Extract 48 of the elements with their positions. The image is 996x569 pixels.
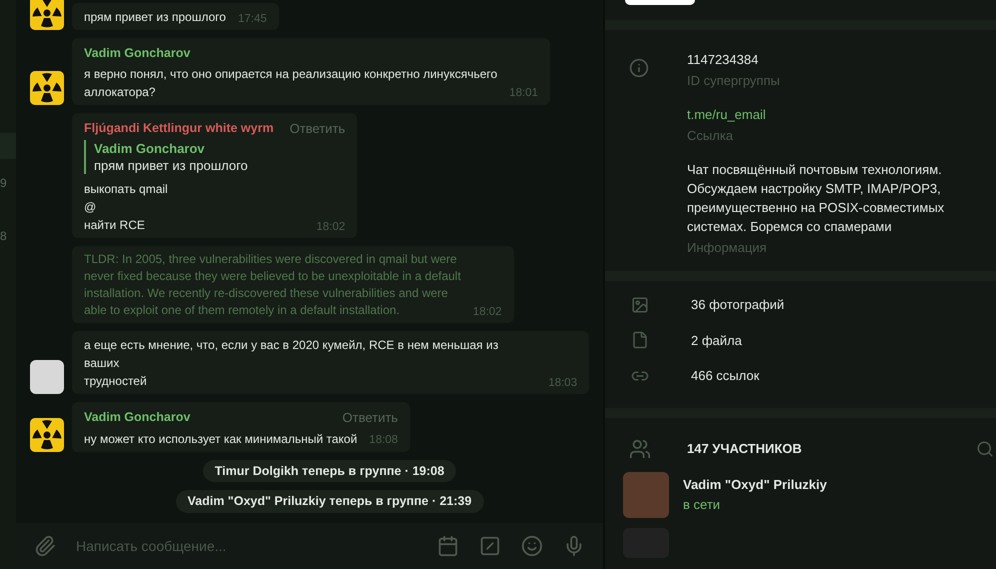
sender-name: Vadim Goncharov <box>84 409 190 426</box>
quote-sender: Vadim Goncharov <box>94 140 206 157</box>
members-icon <box>629 438 651 460</box>
calendar-icon[interactable] <box>437 535 460 557</box>
message-time: 17:45 <box>238 12 267 26</box>
avatar-photo-placeholder <box>623 472 669 518</box>
message-composer[interactable]: Написать сообщение... <box>16 523 604 569</box>
member-name: Vadim "Oxyd" Priluzkiy <box>683 476 827 494</box>
info-label: Информация <box>687 238 768 257</box>
media-row[interactable]: 466 ссылок <box>605 366 996 386</box>
media-row[interactable]: 2 файла <box>605 330 996 350</box>
sender-name: Fljúgandi Kettlingur white wyrm <box>84 120 274 137</box>
info-value: Чат посвящённый почтовым технологиям. Обсуждаем настройку SMTP, IMAP/POP3, преимущественно на POSIX-совместимых системах. Боремся со спамерами <box>687 160 946 236</box>
info-label: ID супергруппы <box>687 72 781 90</box>
message-input[interactable]: Написать сообщение... <box>76 536 418 556</box>
reply-quote[interactable]: Vadim Goncharov прям привет из прошлого <box>84 140 346 174</box>
attach-icon[interactable] <box>34 535 56 557</box>
message-time: 18:02 <box>316 220 346 235</box>
message-time: 18:08 <box>369 433 398 448</box>
file-icon <box>631 331 649 350</box>
message-time: 18:02 <box>472 304 502 320</box>
info-value: 1147234384 <box>687 51 760 69</box>
service-message: Vadim "Oxyd" Priluzkiy теперь в группе · 21:39 <box>176 490 484 513</box>
info-label: Ссылка <box>687 127 734 145</box>
message-time: 18:01 <box>509 86 538 102</box>
emoji-icon[interactable] <box>521 535 544 557</box>
message-text: а еще есть мнение, что, если у вас в 2020 кумейл, RCE в нем меньшая из ваших трудностей <box>84 337 500 390</box>
image-icon <box>631 296 649 314</box>
message-text: я верно понял, что оно опирается на реализацию конкретно линуксячьего аллокатора? <box>84 66 498 100</box>
message-text: прям привет из прошлого <box>84 8 226 26</box>
sender-name: Vadim Goncharov <box>84 44 190 62</box>
member-status: в сети <box>683 496 722 514</box>
group-link[interactable]: t.me/ru_email <box>687 104 972 124</box>
search-icon[interactable] <box>976 440 994 458</box>
message-time: 18:03 <box>548 376 578 391</box>
quote-text: прям привет из прошлого <box>94 157 249 174</box>
media-row[interactable]: 36 фотографий <box>605 295 996 314</box>
service-message: Timur Dolgikh теперь в группе · 19:08 <box>202 460 456 482</box>
commands-icon[interactable] <box>479 535 502 557</box>
message-text: выкопать qmail @ найти RCE <box>84 181 168 234</box>
message-text: ну может кто использует как минимальный такой <box>84 430 358 448</box>
member-row[interactable]: Vadim "Oxyd" Priluzkiy в сети <box>605 472 996 518</box>
unread-digit: 8 <box>0 228 7 245</box>
message-text: TLDR: In 2005, three vulnerabilities were discovered in qmail but were never fixed because they were believed to be unexploitable in a default installation. We recently re-discovered these vulnerabilities and were able to exploit one of them remotely in a default installation. <box>84 251 461 319</box>
info-icon <box>629 58 649 78</box>
members-title: 147 УЧАСТНИКОВ <box>687 440 802 458</box>
unread-digit: 9 <box>0 175 7 192</box>
profile-button[interactable] <box>625 0 695 5</box>
